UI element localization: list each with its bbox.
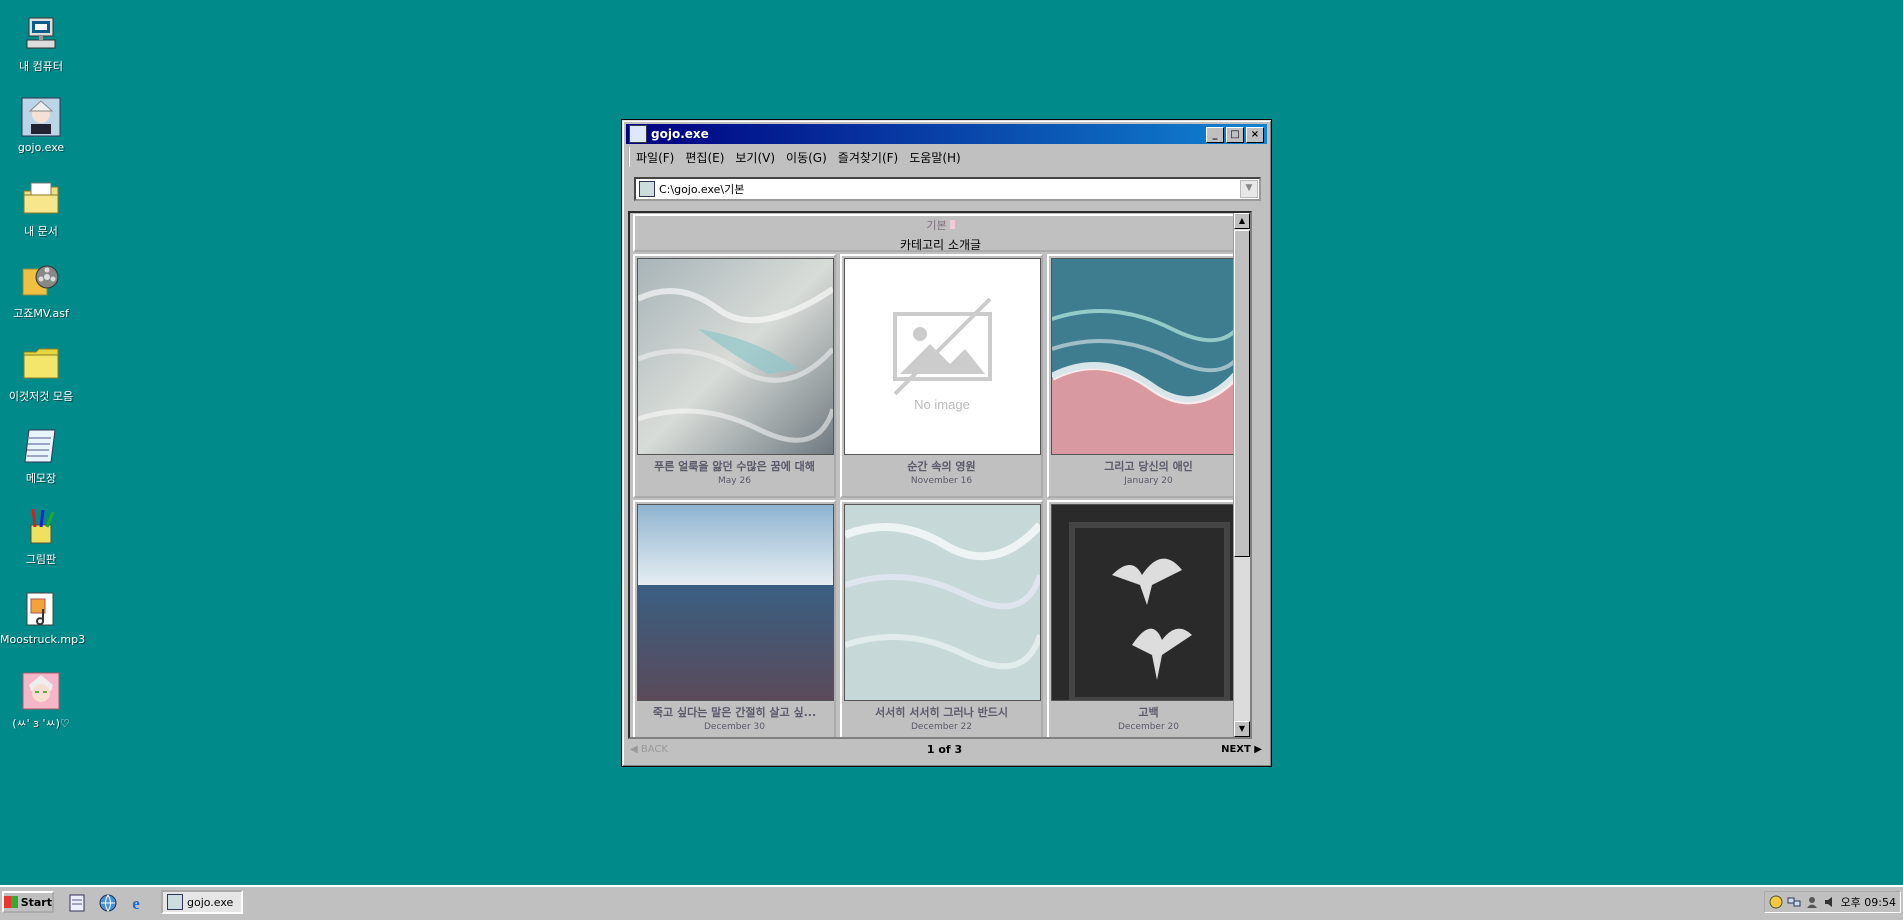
- desktop-icon-label: Moostruck.mp3: [0, 633, 86, 646]
- gojo-app-icon: [21, 97, 61, 137]
- desktop-icon-avatar[interactable]: (ㅆ' з 'ㅆ)♡: [0, 671, 82, 731]
- scroll-thumb[interactable]: [1234, 230, 1250, 557]
- post-thumbnail: [844, 504, 1041, 701]
- post-title: 순간 속의 영원: [907, 460, 976, 473]
- category-title: 기본: [926, 219, 947, 232]
- desktop-icon-label: 이것저것 모음: [8, 390, 74, 403]
- desktop-icon-label: (ㅆ' з 'ㅆ)♡: [12, 717, 70, 730]
- menu-favorites[interactable]: 즐겨찾기(F): [838, 149, 898, 166]
- post-thumbnail: [1051, 258, 1248, 455]
- start-button[interactable]: Start: [2, 891, 54, 913]
- category-header: 기본 카테고리 소개글: [633, 214, 1248, 252]
- computer-icon: [21, 14, 61, 54]
- post-title: 푸른 얼룩을 앓던 수많은 꿈에 대해: [654, 460, 815, 473]
- post-card[interactable]: 푸른 얼룩을 앓던 수많은 꿈에 대해 May 26: [633, 254, 836, 498]
- desktop-icon-gojo-exe[interactable]: gojo.exe: [0, 97, 82, 154]
- notepad-icon: [21, 426, 61, 466]
- windows-logo-icon: [4, 896, 18, 908]
- system-tray: 오후 09:54: [1764, 891, 1901, 913]
- window-title: gojo.exe: [651, 127, 709, 141]
- tray-icon-app[interactable]: [1769, 895, 1783, 909]
- scroll-up-button[interactable]: ▲: [1234, 213, 1250, 229]
- menu-view[interactable]: 보기(V): [735, 149, 775, 166]
- post-card[interactable]: 죽고 싶다는 말은 간절히 살고 싶... December 30: [633, 500, 836, 737]
- video-file-icon: [21, 261, 61, 301]
- maximize-button[interactable]: □: [1226, 127, 1244, 143]
- post-date: December 30: [704, 722, 765, 732]
- taskbar-item-label: gojo.exe: [187, 895, 234, 909]
- pagination-bar: ◀ BACK 1 of 3 NEXT ▶: [628, 741, 1264, 757]
- taskbar-item-gojo[interactable]: gojo.exe: [161, 890, 243, 914]
- documents-folder-icon: [21, 179, 61, 219]
- post-date: May 26: [718, 476, 751, 486]
- post-card[interactable]: 그리고 당신의 애인 January 20: [1047, 254, 1250, 498]
- vertical-scrollbar[interactable]: ▲ ▼: [1233, 213, 1250, 737]
- volume-icon[interactable]: [1823, 895, 1837, 909]
- desktop-icon-my-documents[interactable]: 내 문서: [0, 179, 82, 239]
- gojo-app-icon: [629, 125, 647, 143]
- avatar-image-icon: [21, 671, 61, 711]
- taskbar: Start e gojo.exe 오후 09:54: [0, 885, 1903, 920]
- post-card[interactable]: 서서히 서서히 그러나 반드시 December 22: [840, 500, 1043, 737]
- desktop-icon-label: 그림판: [25, 553, 57, 566]
- menu-help[interactable]: 도움말(H): [909, 149, 961, 166]
- folder-icon: [21, 344, 61, 384]
- paint-icon: [21, 507, 61, 547]
- desktop-icon-label: 메모장: [25, 472, 57, 485]
- notepad-quicklaunch-icon[interactable]: [67, 893, 87, 913]
- desktop-icon-label: 내 문서: [24, 225, 58, 238]
- post-title: 죽고 싶다는 말은 간절히 살고 싶...: [652, 706, 817, 719]
- globe-quicklaunch-icon[interactable]: [98, 893, 118, 913]
- desktop-icon-video[interactable]: 고죠MV.asf: [0, 261, 82, 321]
- post-date: December 20: [1118, 722, 1179, 732]
- audio-file-icon: [21, 589, 61, 629]
- post-thumbnail: [1051, 504, 1248, 701]
- desktop-icon-notepad[interactable]: 메모장: [0, 426, 82, 486]
- content-pane: 기본 카테고리 소개글 푸른 얼룩을 앓던 수많은 꿈에 대해 May 26 N…: [628, 211, 1252, 739]
- menu-go[interactable]: 이동(G): [786, 149, 827, 166]
- post-thumbnail: [637, 258, 834, 455]
- desktop-icon-my-computer[interactable]: 내 컴퓨터: [0, 14, 82, 74]
- address-text: C:\gojo.exe\기본: [659, 183, 745, 196]
- no-image-text: No image: [914, 397, 970, 412]
- tray-icon-user[interactable]: [1805, 895, 1819, 909]
- next-button[interactable]: NEXT ▶: [1221, 744, 1262, 755]
- minimize-button[interactable]: _: [1206, 127, 1224, 143]
- explorer-window: gojo.exe _ □ × 파일(F) 편집(E) 보기(V) 이동(G) 즐…: [621, 119, 1272, 767]
- desktop-icon-mp3[interactable]: Moostruck.mp3: [0, 589, 86, 646]
- desktop-icon-folder[interactable]: 이것저것 모음: [0, 344, 82, 404]
- post-thumbnail: No image: [844, 258, 1041, 455]
- post-thumbnail: [637, 504, 834, 701]
- back-button[interactable]: ◀ BACK: [630, 744, 668, 755]
- post-title: 고백: [1138, 706, 1159, 719]
- menu-bar: 파일(F) 편집(E) 보기(V) 이동(G) 즐겨찾기(F) 도움말(H): [628, 147, 1265, 167]
- desktop-icon-paint[interactable]: 그림판: [0, 507, 82, 567]
- post-card[interactable]: 고백 December 20: [1047, 500, 1250, 737]
- scroll-down-button[interactable]: ▼: [1234, 721, 1250, 737]
- internet-explorer-icon[interactable]: e: [126, 893, 146, 913]
- post-date: November 16: [910, 476, 973, 486]
- category-description: 카테고리 소개글: [899, 238, 982, 252]
- clock: 오후 09:54: [1840, 896, 1896, 909]
- post-date: December 22: [911, 722, 972, 732]
- tray-icon-network[interactable]: [1787, 895, 1801, 909]
- desktop-icon-label: 고죠MV.asf: [13, 307, 69, 320]
- post-title: 그리고 당신의 애인: [1104, 460, 1193, 473]
- menu-file[interactable]: 파일(F): [636, 149, 674, 166]
- title-bar[interactable]: gojo.exe _ □ ×: [626, 124, 1267, 144]
- post-title: 서서히 서서히 그러나 반드시: [875, 706, 1008, 719]
- svg-text:e: e: [132, 894, 140, 913]
- post-date: January 20: [1124, 476, 1173, 486]
- page-indicator: 1 of 3: [926, 742, 963, 756]
- desktop-icon-label: 내 컴퓨터: [19, 60, 63, 73]
- desktop-icon-label: gojo.exe: [17, 141, 65, 154]
- post-card[interactable]: No image 순간 속의 영원 November 16: [840, 254, 1043, 498]
- start-label: Start: [20, 895, 52, 909]
- address-bar[interactable]: C:\gojo.exe\기본 ▼: [634, 177, 1261, 201]
- gojo-app-icon: [167, 894, 183, 910]
- gojo-app-icon: [639, 181, 655, 197]
- chevron-down-icon[interactable]: ▼: [1240, 180, 1258, 198]
- close-button[interactable]: ×: [1246, 127, 1264, 143]
- menu-edit[interactable]: 편집(E): [685, 149, 724, 166]
